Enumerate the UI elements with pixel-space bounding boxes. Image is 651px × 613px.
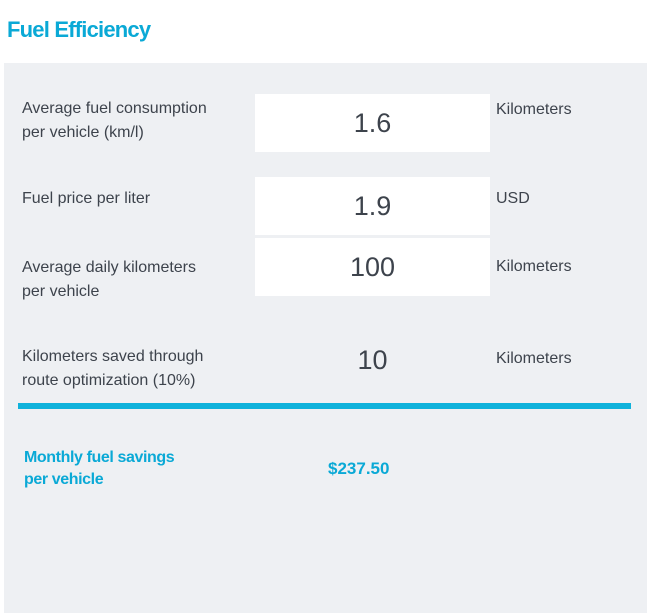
page-title: Fuel Efficiency (7, 17, 151, 42)
kilometers-saved-label-line1: Kilometers saved through (22, 348, 204, 365)
monthly-savings-label-line1: Monthly fuel savings (24, 449, 175, 466)
fuel-consumption-unit: Kilometers (496, 101, 572, 118)
monthly-savings-label: Monthly fuel savings per vehicle (24, 447, 254, 491)
daily-kilometers-label-line1: Average daily kilometers (22, 259, 197, 276)
kilometers-saved-label-line2: route optimization (10%) (22, 372, 196, 389)
monthly-savings-label-line2: per vehicle (24, 471, 104, 488)
fuel-price-unit: USD (496, 190, 530, 207)
fuel-price-label-line1: Fuel price per liter (22, 190, 151, 207)
monthly-savings-value: $237.50 (328, 459, 390, 478)
kilometers-saved-value: 10 (357, 344, 388, 375)
kilometers-saved-label: Kilometers saved through route optimizat… (22, 345, 203, 393)
daily-kilometers-unit: Kilometers (496, 258, 572, 275)
daily-kilometers-label: Average daily kilometers per vehicle (22, 256, 196, 304)
fuel-price-input[interactable] (255, 177, 490, 235)
daily-kilometers-label-line2: per vehicle (22, 283, 100, 300)
fuel-consumption-label-line1: Average fuel consumption (22, 100, 207, 117)
fuel-consumption-label-line2: per vehicle (km/l) (22, 124, 144, 141)
fuel-efficiency-panel: Average fuel consumption per vehicle (km… (4, 63, 647, 613)
daily-kilometers-input[interactable] (255, 238, 490, 296)
fuel-price-label: Fuel price per liter (22, 187, 150, 211)
fuel-consumption-label: Average fuel consumption per vehicle (km… (22, 97, 207, 145)
fuel-consumption-input[interactable] (255, 94, 490, 152)
kilometers-saved-unit: Kilometers (496, 350, 572, 367)
result-divider (18, 403, 631, 409)
